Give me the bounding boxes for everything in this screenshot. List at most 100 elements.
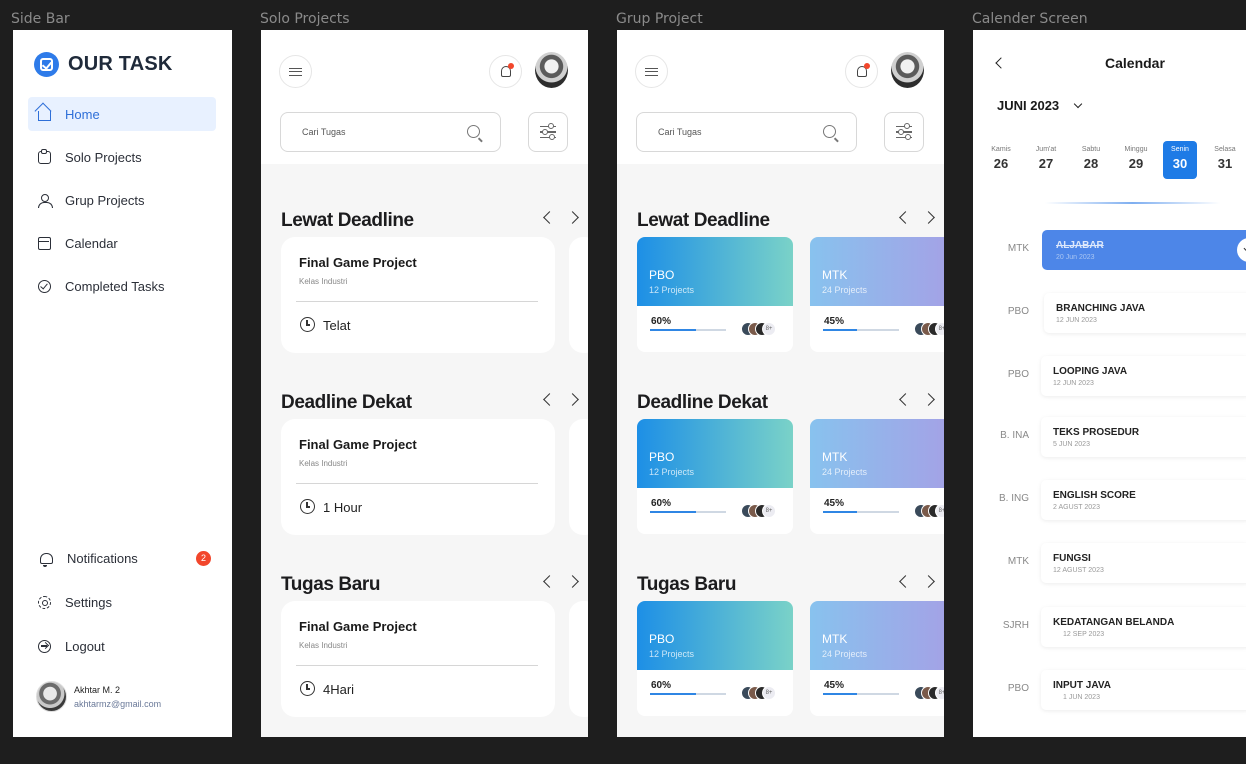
check-icon[interactable] <box>1237 238 1246 262</box>
project-card-mtk[interactable]: MTK 24 Projects 45% 8+ <box>810 237 944 352</box>
event-title: LOOPING JAVA <box>1053 366 1128 377</box>
sidebar-item-solo-projects[interactable]: Solo Projects <box>28 140 216 174</box>
day-item[interactable]: Kamis 26 <box>984 141 1018 179</box>
user-name: Akhtar M. 2 <box>74 684 121 695</box>
progress-bar <box>823 511 899 513</box>
notification-button[interactable] <box>489 55 522 88</box>
avatar[interactable] <box>891 52 924 88</box>
back-arrow-icon[interactable] <box>995 57 1007 69</box>
user-profile[interactable]: Akhtar M. 2 akhtarmz@gmail.com <box>36 681 161 712</box>
event-item[interactable]: MTK ALJABAR 20 Jun 2023 <box>973 230 1246 270</box>
event-item[interactable]: PBO LOOPING JAVA 12 JUN 2023 <box>973 356 1246 396</box>
frame-label-calendar: Calender Screen <box>972 11 1088 27</box>
sidebar-item-logout[interactable]: Logout <box>28 629 216 663</box>
task-card-next[interactable] <box>569 237 588 353</box>
sidebar-item-notifications[interactable]: Notifications 2 <box>28 541 216 575</box>
sidebar-item-home[interactable]: Home <box>28 97 216 131</box>
event-item[interactable]: PBO BRANCHING JAVA 12 JUN 2023 <box>973 293 1246 333</box>
task-card[interactable]: Final Game Project Kelas Industri 1 Hour <box>281 419 555 535</box>
sidebar-item-label: Grup Projects <box>65 192 145 208</box>
event-card[interactable]: BRANCHING JAVA 12 JUN 2023 <box>1044 293 1246 333</box>
task-title: Final Game Project <box>299 255 417 270</box>
sliders-icon <box>896 123 912 129</box>
day-name: Minggu <box>1124 146 1148 153</box>
day-number: 26 <box>993 156 1009 171</box>
task-card-next[interactable] <box>569 419 588 535</box>
event-date: 1 JUN 2023 <box>1063 694 1100 701</box>
chevron-down-icon[interactable] <box>1073 99 1083 109</box>
chevron-right-icon[interactable] <box>922 393 935 406</box>
chevron-left-icon[interactable] <box>543 575 556 588</box>
event-item[interactable]: SJRH KEDATANGAN BELANDA 12 SEP 2023 <box>973 607 1246 647</box>
event-date: 12 SEP 2023 <box>1063 631 1105 638</box>
day-item[interactable]: Jum'at 27 <box>1029 141 1063 179</box>
day-item[interactable]: Selasa 31 <box>1208 141 1242 179</box>
event-card[interactable]: ENGLISH SCORE 2 AGUST 2023 <box>1041 480 1246 520</box>
event-item[interactable]: PBO INPUT JAVA 1 JUN 2023 <box>973 670 1246 710</box>
task-card[interactable]: Final Game Project Kelas Industri 4Hari <box>281 601 555 717</box>
event-title: ALJABAR <box>1056 240 1104 251</box>
task-status: 4Hari <box>323 682 355 697</box>
menu-button[interactable] <box>635 55 668 88</box>
chevron-right-icon[interactable] <box>566 211 579 224</box>
avatar <box>36 681 67 712</box>
day-item[interactable]: Minggu 29 <box>1119 141 1153 179</box>
section-title: Lewat Deadline <box>281 210 414 231</box>
sidebar-item-calendar[interactable]: Calendar <box>28 226 216 260</box>
event-card[interactable]: TEKS PROSEDUR 5 JUN 2023 <box>1041 417 1246 457</box>
notification-badge: 2 <box>196 550 211 566</box>
progress-bar <box>650 693 726 695</box>
home-icon <box>38 111 51 121</box>
task-card-next[interactable] <box>569 601 588 717</box>
event-item[interactable]: B. ING ENGLISH SCORE 2 AGUST 2023 <box>973 480 1246 520</box>
event-date: 2 AGUST 2023 <box>1053 504 1100 511</box>
project-card-pbo[interactable]: PBO 12 Projects 60% 8+ <box>637 601 793 716</box>
solo-projects-frame: Cari Tugas Lewat Deadline Final Game Pro… <box>261 30 588 737</box>
event-card[interactable]: INPUT JAVA 1 JUN 2023 <box>1041 670 1246 710</box>
project-percent: 45% <box>824 316 845 327</box>
sidebar-item-settings[interactable]: Settings <box>28 585 216 619</box>
filter-button[interactable] <box>884 112 924 152</box>
project-card-pbo[interactable]: PBO 12 Projects 60% 8+ <box>637 237 793 352</box>
day-number: 31 <box>1217 156 1233 171</box>
event-item[interactable]: MTK FUNGSI 12 AGUST 2023 <box>973 543 1246 583</box>
chevron-left-icon[interactable] <box>899 211 912 224</box>
chevron-left-icon[interactable] <box>899 393 912 406</box>
event-date: 20 Jun 2023 <box>1056 254 1095 261</box>
search-input[interactable]: Cari Tugas <box>280 112 501 152</box>
chevron-right-icon[interactable] <box>566 575 579 588</box>
month-selector[interactable]: JUNI 2023 <box>997 98 1059 113</box>
event-item[interactable]: B. INA TEKS PROSEDUR 5 JUN 2023 <box>973 417 1246 457</box>
day-item[interactable]: Sabtu 28 <box>1074 141 1108 179</box>
event-card[interactable]: FUNGSI 12 AGUST 2023 <box>1041 543 1246 583</box>
brand-logo[interactable]: OUR TASK <box>34 52 173 77</box>
notification-button[interactable] <box>845 55 878 88</box>
day-item-selected[interactable]: Senin 30 <box>1163 141 1197 179</box>
phone-header: Cari Tugas <box>617 30 944 164</box>
sidebar-item-grup-projects[interactable]: Grup Projects <box>28 183 216 217</box>
project-card-pbo[interactable]: PBO 12 Projects 60% 8+ <box>637 419 793 534</box>
search-input[interactable]: Cari Tugas <box>636 112 857 152</box>
chevron-left-icon[interactable] <box>899 575 912 588</box>
filter-button[interactable] <box>528 112 568 152</box>
avatar[interactable] <box>535 52 568 88</box>
menu-icon <box>289 67 302 76</box>
project-card-mtk[interactable]: MTK 24 Projects 45% 8+ <box>810 419 944 534</box>
chevron-right-icon[interactable] <box>922 575 935 588</box>
chevron-right-icon[interactable] <box>566 393 579 406</box>
chevron-left-icon[interactable] <box>543 393 556 406</box>
chevron-left-icon[interactable] <box>543 211 556 224</box>
menu-button[interactable] <box>279 55 312 88</box>
event-card[interactable]: ALJABAR 20 Jun 2023 <box>1042 230 1246 270</box>
project-percent: 60% <box>651 316 672 327</box>
phone-body: Lewat Deadline PBO 12 Projects 60% 8+ MT… <box>617 164 944 737</box>
event-card[interactable]: KEDATANGAN BELANDA 12 SEP 2023 <box>1041 607 1246 647</box>
project-card-mtk[interactable]: MTK 24 Projects 45% 8+ <box>810 601 944 716</box>
task-card[interactable]: Final Game Project Kelas Industri Telat <box>281 237 555 353</box>
event-card[interactable]: LOOPING JAVA 12 JUN 2023 <box>1041 356 1246 396</box>
sidebar-item-completed-tasks[interactable]: Completed Tasks <box>28 269 216 303</box>
day-strip: Kamis 26 Jum'at 27 Sabtu 28 Minggu 29 Se… <box>984 141 1246 179</box>
day-number: 30 <box>1172 156 1188 171</box>
chevron-right-icon[interactable] <box>922 211 935 224</box>
check-circle-icon <box>38 279 51 293</box>
